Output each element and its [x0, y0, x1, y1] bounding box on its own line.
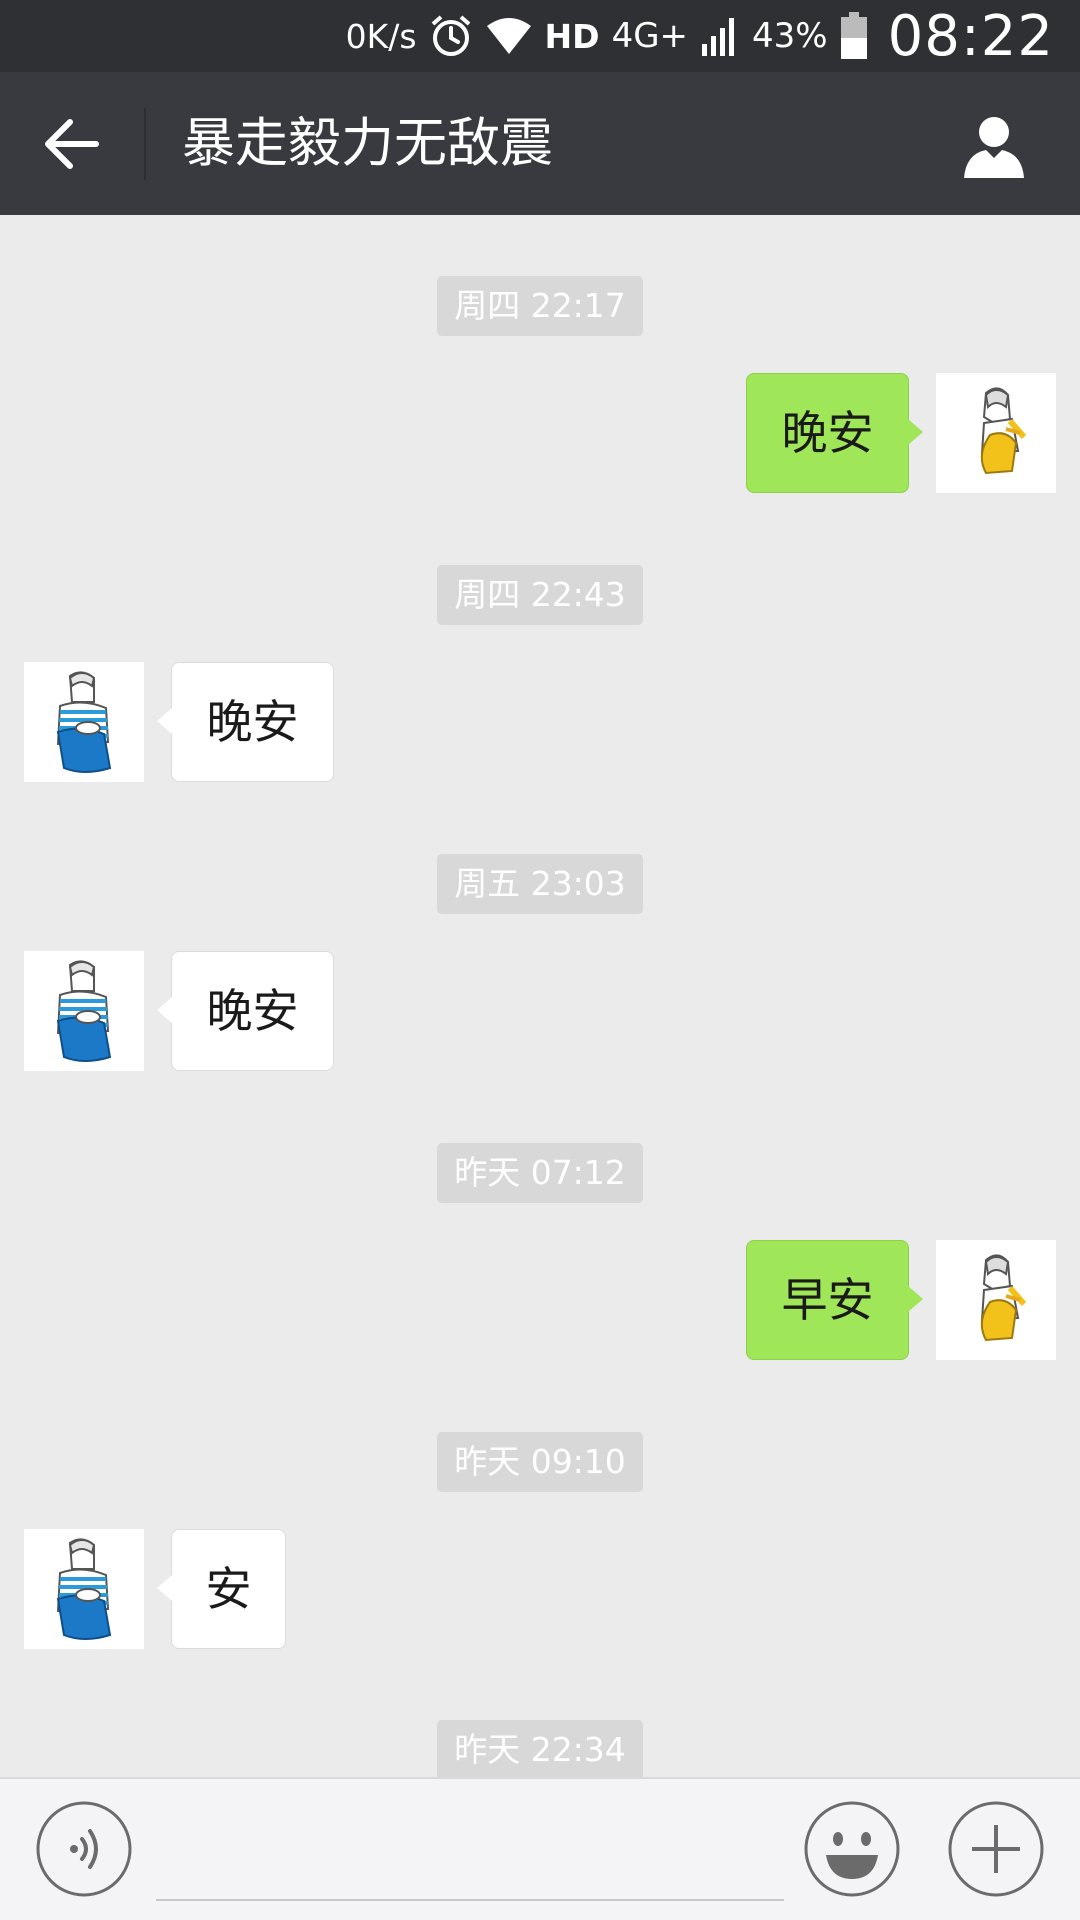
battery-percent: 43%	[752, 16, 828, 56]
sent-message-bubble[interactable]: 晚安	[746, 373, 923, 493]
received-message-bubble[interactable]: 晚安	[157, 662, 334, 782]
message-timestamp: 昨天 09:10	[437, 1432, 643, 1492]
my-avatar[interactable]	[936, 373, 1056, 493]
clock: 08:22	[887, 3, 1054, 69]
message-timestamp: 昨天 07:12	[437, 1143, 643, 1203]
input-bar	[0, 1777, 1080, 1920]
network-type: 4G+	[611, 16, 689, 56]
status-bar: 0K/s HD 4G+ 43% 08:22	[0, 0, 1080, 72]
contact-info-button[interactable]	[958, 110, 1030, 182]
emoji-icon	[804, 1801, 900, 1897]
my-avatar[interactable]	[936, 1240, 1056, 1360]
alarm-icon	[429, 14, 473, 58]
contact-avatar[interactable]	[24, 951, 144, 1071]
message-input[interactable]	[156, 1807, 784, 1901]
back-arrow-icon	[45, 119, 99, 169]
message-timestamp: 昨天 22:34	[437, 1720, 643, 1777]
network-speed: 0K/s	[345, 16, 417, 56]
contact-avatar[interactable]	[24, 662, 144, 782]
emoji-button[interactable]	[804, 1801, 900, 1897]
wifi-icon	[485, 16, 533, 56]
hd-indicator: HD	[544, 16, 600, 56]
sent-message-bubble[interactable]: 早安	[746, 1240, 923, 1360]
title-divider	[144, 108, 146, 180]
chat-title: 暴走毅力无敌震	[182, 113, 553, 174]
more-actions-button[interactable]	[948, 1801, 1044, 1897]
battery-icon	[840, 12, 868, 60]
plus-icon	[948, 1801, 1044, 1897]
back-button[interactable]	[36, 112, 108, 176]
title-bar: 暴走毅力无敌震	[0, 72, 1080, 215]
message-timestamp: 周四 22:43	[437, 565, 643, 625]
message-timestamp: 周五 23:03	[437, 854, 643, 914]
received-message-bubble[interactable]: 安	[157, 1529, 286, 1649]
voice-icon	[36, 1801, 132, 1897]
message-list[interactable]: 周四 22:17 晚安 周四 22:43 晚安 周五 23:03 晚安 昨天 0…	[0, 215, 1080, 1777]
message-timestamp: 周四 22:17	[437, 276, 643, 336]
person-icon	[964, 117, 1024, 178]
received-message-bubble[interactable]: 晚安	[157, 951, 334, 1071]
contact-avatar[interactable]	[24, 1529, 144, 1649]
signal-icon	[700, 14, 740, 58]
voice-button[interactable]	[36, 1801, 132, 1897]
